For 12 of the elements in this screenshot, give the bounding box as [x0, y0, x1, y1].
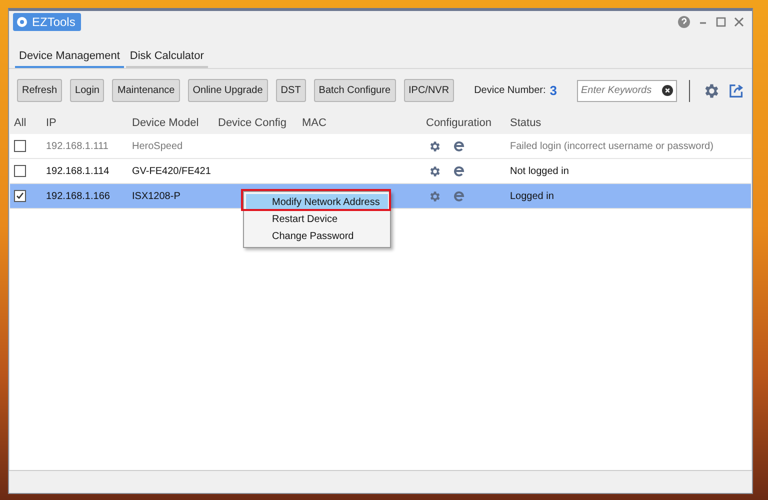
- app-title: EZTools: [13, 13, 82, 31]
- model-cell-text: GV-FE420/FE421: [131, 166, 212, 176]
- status-cell-text: Not logged in: [509, 166, 570, 176]
- ip-cell-text: 192.168.1.114: [45, 166, 110, 176]
- model-cell-text: ISX1208-P: [131, 190, 182, 202]
- device-number: 3: [550, 83, 558, 98]
- device-number-label: Device Number:: [474, 85, 546, 96]
- ip-cell-text: 192.168.1.111: [45, 140, 110, 152]
- ip-cell-text: 192.168.1.166: [45, 190, 111, 202]
- status-cell-text: Logged in: [509, 190, 555, 202]
- status-cell-text: Failed login (incorrect username or password): [509, 140, 714, 152]
- model-cell-text: HeroSpeed: [131, 140, 184, 152]
